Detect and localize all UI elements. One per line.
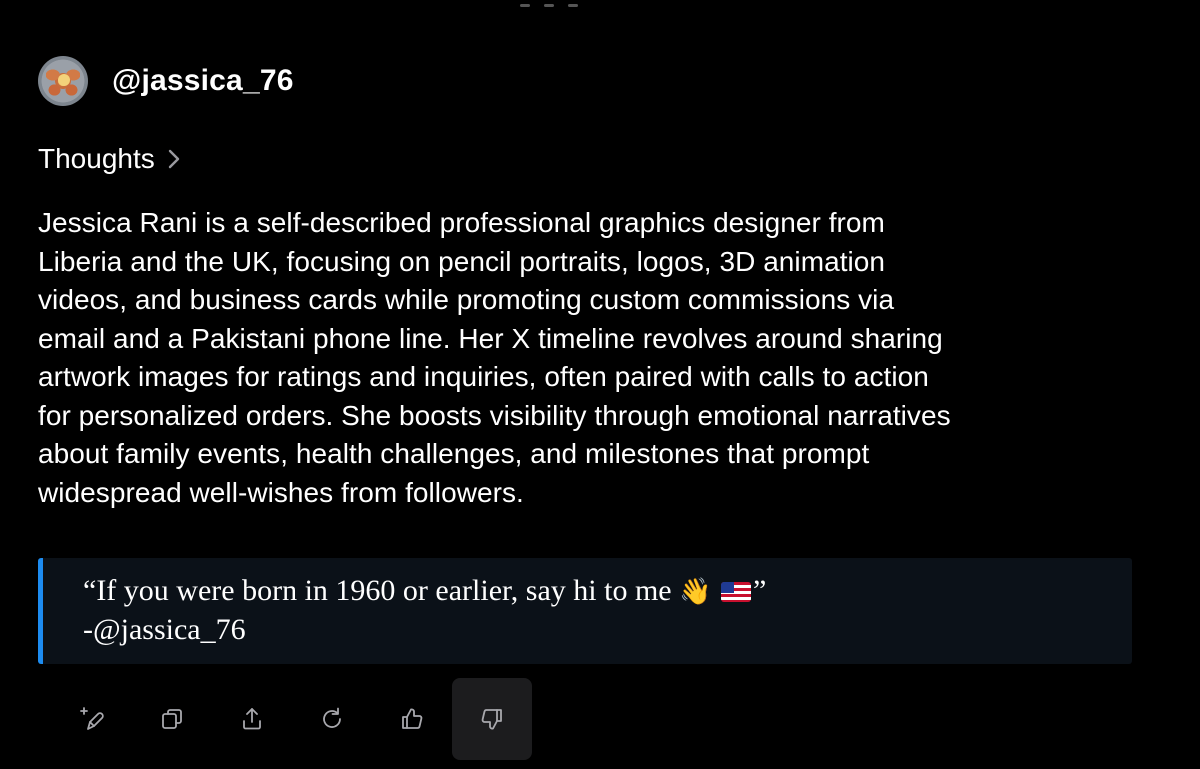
summary-line: artwork images for ratings and inquiries… xyxy=(38,361,929,392)
us-flag-icon xyxy=(720,582,751,602)
profile-header: @jassica_76 xyxy=(38,56,294,106)
username[interactable]: @jassica_76 xyxy=(112,64,294,98)
like-button[interactable] xyxy=(372,678,452,760)
quote-attribution: -@jassica_76 xyxy=(83,613,246,646)
thoughts-toggle[interactable]: Thoughts xyxy=(38,143,181,175)
quote-body: “If you were born in 1960 or earlier, sa… xyxy=(83,574,672,607)
quote-text: “If you were born in 1960 or earlier, sa… xyxy=(83,572,1132,611)
quote-block: “If you were born in 1960 or earlier, sa… xyxy=(38,558,1132,664)
grok-response-view: @jassica_76 Thoughts Jessica Rani is a s… xyxy=(0,0,1200,769)
share-button[interactable] xyxy=(212,678,292,760)
edit-sparkle-icon xyxy=(80,707,104,730)
thumbs-down-icon xyxy=(481,709,502,730)
quote-close: ” xyxy=(752,574,767,607)
dislike-button[interactable] xyxy=(452,678,532,760)
summary-line: about family events, health challenges, … xyxy=(38,438,870,469)
summary-line: videos, and business cards while promoti… xyxy=(38,284,895,315)
waving-hand-emoji: 👋 xyxy=(679,577,712,607)
summary-text: Jessica Rani is a self-described profess… xyxy=(38,204,1148,512)
regenerate-button[interactable] xyxy=(292,678,372,760)
avatar[interactable] xyxy=(38,56,88,106)
summary-line: Liberia and the UK, focusing on pencil p… xyxy=(38,245,886,277)
share-icon xyxy=(243,708,261,730)
regenerate-icon xyxy=(323,707,341,728)
thoughts-label: Thoughts xyxy=(38,143,155,174)
summary-line: widespread well-wishes from followers. xyxy=(38,476,524,508)
copy-icon xyxy=(162,709,182,729)
response-actions xyxy=(52,678,532,760)
summary-line: for personalized orders. She boosts visi… xyxy=(38,399,951,431)
top-handle xyxy=(520,0,620,7)
summary-line: Jessica Rani is a self-described profess… xyxy=(38,207,885,238)
edit-button[interactable] xyxy=(52,678,132,760)
copy-button[interactable] xyxy=(132,678,212,760)
thumbs-up-icon xyxy=(402,708,423,729)
summary-line: email and a Pakistani phone line. Her X … xyxy=(38,322,943,354)
chevron-right-icon xyxy=(168,149,179,169)
